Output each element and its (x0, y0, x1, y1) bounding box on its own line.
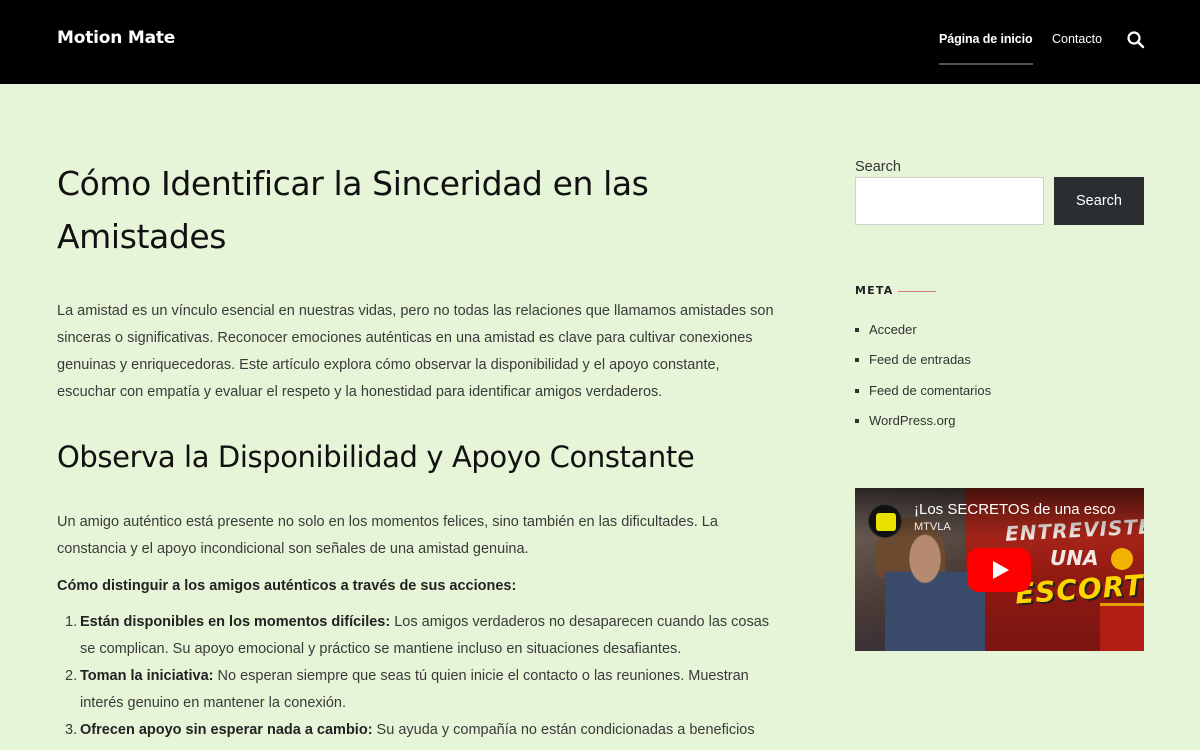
meta-link-login[interactable]: Acceder (869, 322, 917, 337)
list-number: 1. (65, 614, 78, 630)
list-item: Feed de comentarios (855, 379, 1145, 409)
list-item: 2. Toman la iniciativa: No esperan siempr… (57, 663, 777, 717)
post-title: Cómo Identificar la Sinceridad en las Am… (57, 164, 649, 256)
meta-heading: META (855, 284, 894, 297)
section-paragraph: Un amigo auténtico está presente no solo… (57, 514, 718, 557)
thumbnail-person (885, 528, 985, 651)
section-heading: Observa la Disponibilidad y Apoyo Consta… (57, 440, 695, 474)
actions-list: 1. Están disponibles en los momentos difí… (57, 609, 777, 744)
list-item-bold: Ofrecen apoyo sin esperar nada a cambio: (80, 722, 373, 738)
search-button[interactable]: Search (1054, 177, 1144, 225)
site-header: Motion Mate Página de inicio Contacto (0, 0, 1200, 84)
list-item-bold: Están disponibles en los momentos difíci… (80, 614, 391, 630)
list-item: Feed de entradas (855, 348, 1145, 378)
meta-heading-divider (898, 291, 936, 292)
list-item: Acceder (855, 318, 1145, 348)
nav-item-contact[interactable]: Contacto (1052, 32, 1102, 46)
site-title[interactable]: Motion Mate (57, 28, 175, 48)
meta-link-entries-feed[interactable]: Feed de entradas (869, 352, 971, 367)
meta-link-comments-feed[interactable]: Feed de comentarios (869, 383, 991, 398)
play-icon[interactable] (967, 548, 1031, 592)
intro-paragraph: La amistad es un vínculo esencial en nue… (57, 303, 774, 400)
nav-item-home[interactable]: Página de inicio (939, 32, 1033, 46)
active-nav-indicator (939, 63, 1033, 65)
list-item: 3. Ofrecen apoyo sin esperar nada a cambi… (57, 717, 777, 744)
meta-list: Acceder Feed de entradas Feed de comenta… (855, 318, 1145, 439)
channel-logo-icon[interactable] (868, 504, 902, 538)
list-intro: Cómo distinguir a los amigos auténticos … (57, 578, 517, 594)
list-item-text: Su ayuda y compañía no están condicionad… (372, 722, 755, 738)
list-item-bold: Toman la iniciativa: (80, 668, 214, 684)
list-item: 1. Están disponibles en los momentos difí… (57, 609, 777, 663)
search-icon[interactable] (1126, 30, 1146, 50)
video-embed[interactable]: ENTREVISTE UNA ESCORT ¡Los SECRETOS de u… (855, 488, 1144, 651)
emoji-icon (1111, 548, 1133, 570)
list-item: WordPress.org (855, 409, 1145, 439)
thumbnail-podium (1100, 603, 1144, 651)
search-input[interactable] (855, 177, 1044, 225)
video-channel[interactable]: MTVLA (914, 521, 951, 533)
list-number: 3. (65, 722, 78, 738)
video-title[interactable]: ¡Los SECRETOS de una esco (914, 501, 1144, 518)
meta-link-wordpress[interactable]: WordPress.org (869, 413, 955, 428)
list-number: 2. (65, 668, 78, 684)
search-label: Search (855, 159, 901, 175)
thumbnail-text-2: UNA (1050, 546, 1099, 570)
